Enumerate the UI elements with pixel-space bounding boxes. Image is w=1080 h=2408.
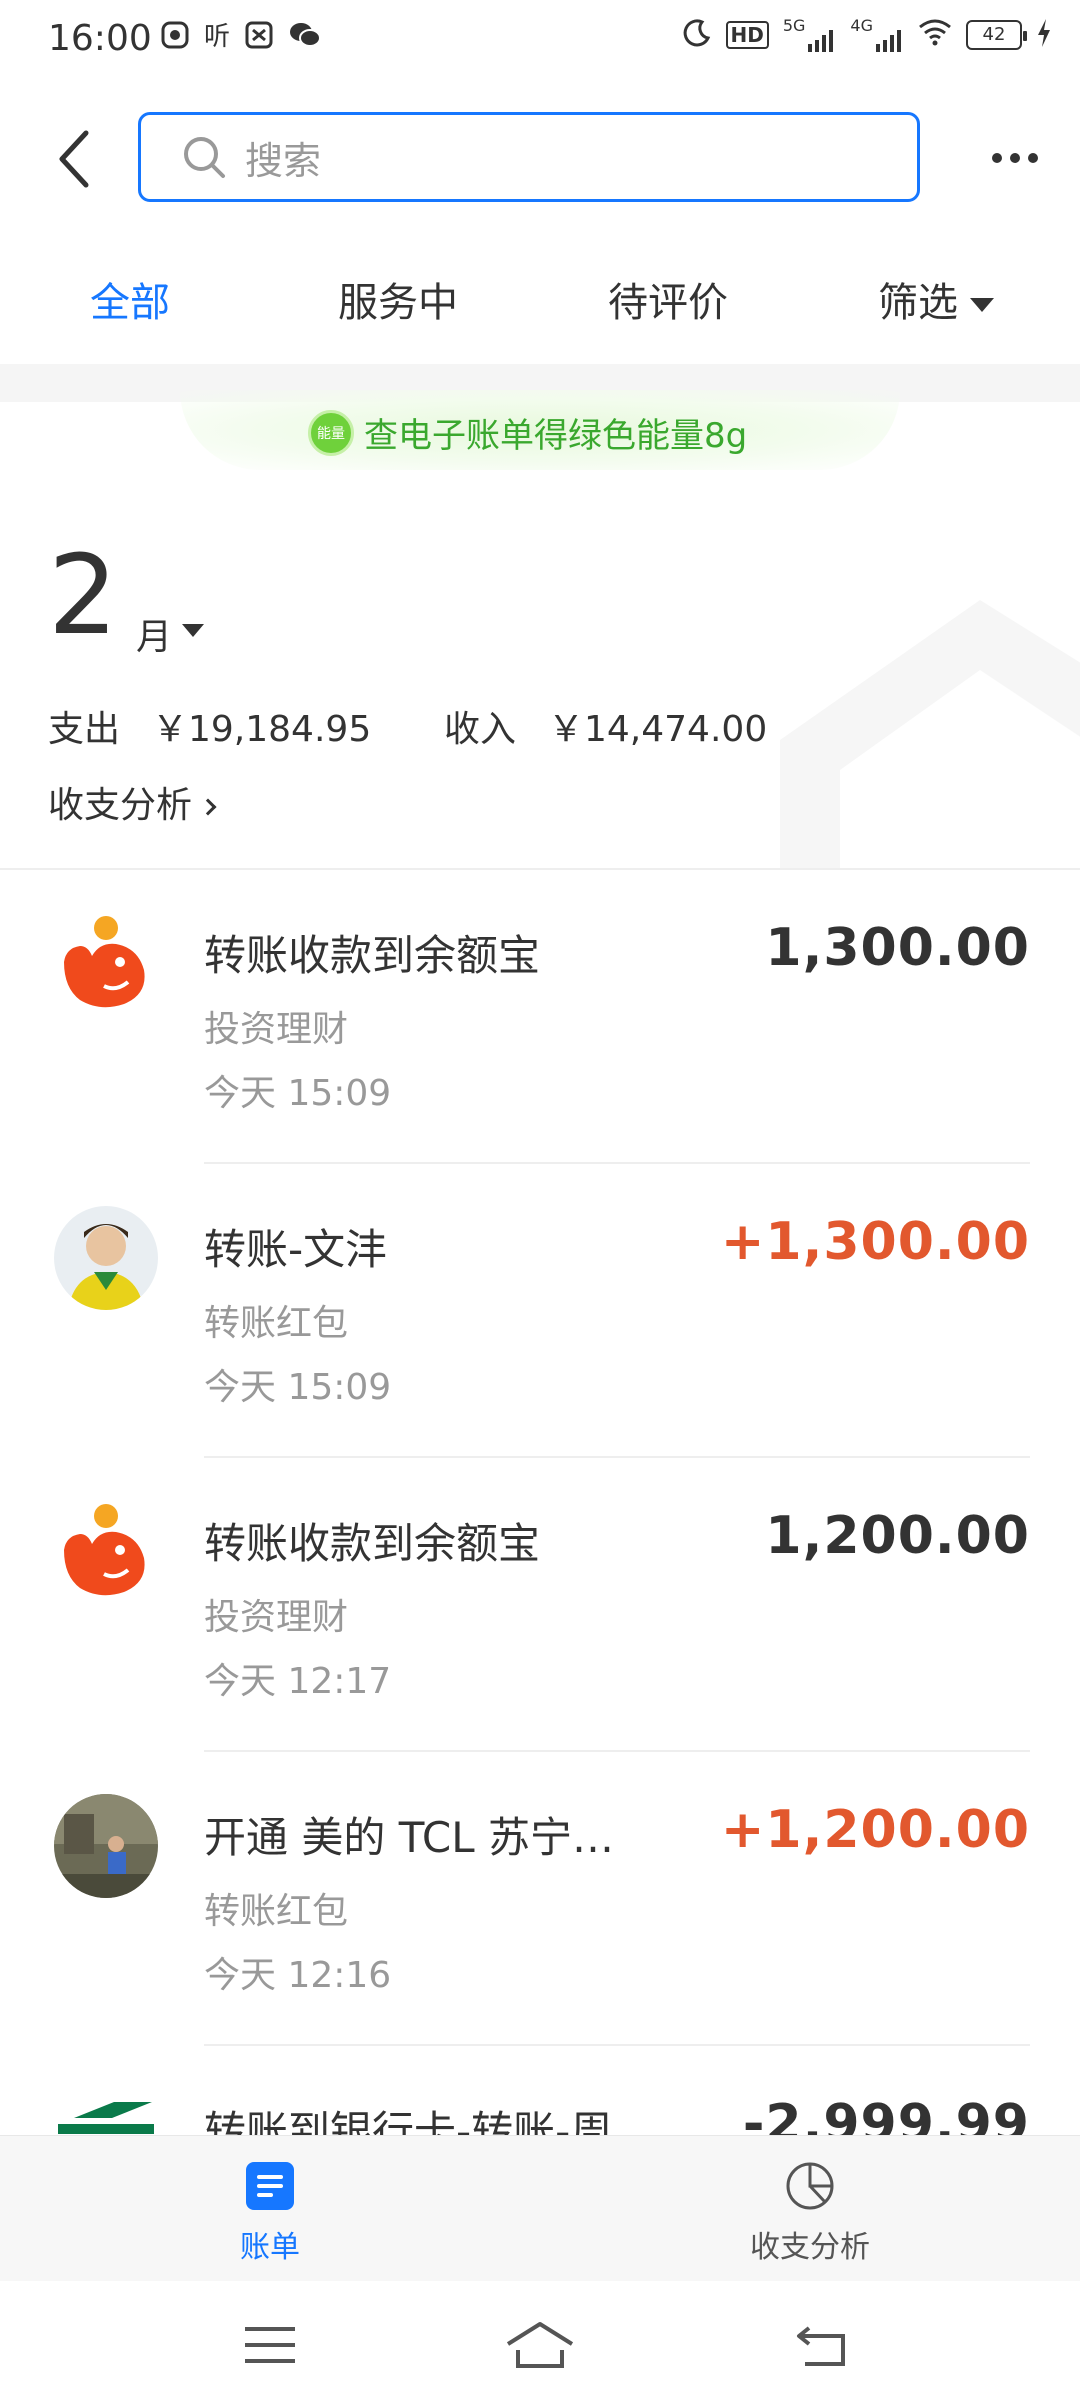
nav-analysis-label: 收支分析	[750, 2230, 870, 2265]
user-avatar	[54, 1206, 158, 1310]
yuebao-icon	[54, 912, 158, 1016]
battery-icon: 42	[966, 20, 1027, 50]
bill-icon	[244, 2160, 296, 2212]
home-button[interactable]	[500, 2313, 580, 2377]
background-decoration-icon	[780, 600, 1080, 870]
month-unit[interactable]: 月	[136, 608, 172, 660]
more-dot-icon	[1028, 153, 1038, 163]
signal-4g-icon: 4G	[850, 18, 904, 52]
wechat-icon	[288, 20, 322, 54]
transaction-amount: 1,300.00	[765, 918, 1030, 978]
transaction-list: 转账收款到余额宝 投资理财 今天 15:09 1,300.00 转账-文沣 转账…	[0, 870, 1080, 2135]
status-right-icons: HD 5G 4G 42	[682, 18, 1053, 52]
income-label: 收入	[444, 709, 517, 750]
yuebao-icon	[54, 1500, 158, 1604]
pie-chart-icon	[784, 2160, 836, 2212]
income-value: ￥14,474.00	[548, 709, 768, 750]
transaction-title: 转账收款到余额宝	[204, 1519, 541, 1568]
transaction-amount: -2,999.99	[742, 2094, 1030, 2135]
analysis-link-label: 收支分析	[48, 785, 193, 826]
analysis-link[interactable]: 收支分析	[48, 776, 217, 828]
wifi-icon	[918, 18, 952, 52]
expense-value: ￥19,184.95	[152, 709, 372, 750]
listen-icon: 听	[204, 22, 231, 52]
header: 搜索	[0, 84, 1080, 234]
transaction-title: 转账收款到余额宝	[204, 931, 541, 980]
transaction-row[interactable]: 转账收款到余额宝 投资理财 今天 12:17 1,200.00	[0, 1458, 1080, 1752]
energy-banner[interactable]: 能量 查电子账单得绿色能量8g	[0, 390, 1080, 480]
scan-icon	[244, 20, 274, 54]
transaction-category: 投资理财	[204, 1009, 349, 1050]
energy-icon: 能量	[308, 409, 354, 456]
nav-bills-label: 账单	[240, 2230, 300, 2265]
tab-all[interactable]: 全部	[90, 270, 170, 328]
return-icon	[797, 2326, 845, 2366]
signal-5g-icon: 5G	[783, 18, 837, 52]
banner-content: 能量 查电子账单得绿色能量8g	[308, 408, 747, 457]
filter-label: 筛选	[878, 280, 958, 326]
status-bar: 16:00 听 HD 5G 4G 42	[0, 0, 1080, 84]
transaction-amount: 1,200.00	[765, 1506, 1030, 1566]
expense-label: 支出	[48, 709, 121, 750]
transaction-row[interactable]: 开通 美的 TCL 苏宁… 转账红包 今天 12:16 +1,200.00	[0, 1752, 1080, 2046]
postal-bank-icon	[54, 2088, 158, 2135]
transaction-title: 转账-文沣	[204, 1225, 388, 1274]
transaction-time: 今天 12:17	[204, 1661, 392, 1702]
transaction-time: 今天 12:16	[204, 1955, 392, 1996]
search-input[interactable]: 搜索	[138, 112, 920, 202]
app-icon	[160, 20, 190, 54]
tab-bar: 全部 服务中 待评价 筛选	[0, 250, 1080, 360]
search-placeholder: 搜索	[245, 138, 322, 183]
tab-filter[interactable]: 筛选	[878, 270, 994, 328]
transaction-row[interactable]: 转账到银行卡-转账-周… -2,999.99	[0, 2046, 1080, 2135]
recent-apps-button[interactable]	[230, 2313, 310, 2377]
back-button[interactable]	[44, 124, 104, 194]
user-avatar	[54, 1794, 158, 1898]
transaction-amount: +1,200.00	[720, 1800, 1030, 1860]
bottom-nav: 账单 收支分析	[0, 2135, 1080, 2281]
system-nav-bar	[0, 2281, 1080, 2408]
transaction-time: 今天 15:09	[204, 1073, 392, 1114]
hd-icon: HD	[725, 21, 769, 49]
transaction-row[interactable]: 转账收款到余额宝 投资理财 今天 15:09 1,300.00	[0, 870, 1080, 1164]
transaction-row[interactable]: 转账-文沣 转账红包 今天 15:09 +1,300.00	[0, 1164, 1080, 1458]
month-number[interactable]: 2	[48, 540, 118, 650]
transaction-category: 转账红包	[204, 1891, 349, 1932]
system-back-button[interactable]	[782, 2313, 862, 2377]
chevron-right-icon	[199, 798, 217, 816]
tab-in-service[interactable]: 服务中	[338, 270, 458, 328]
transaction-amount: +1,300.00	[720, 1212, 1030, 1272]
transaction-title: 开通 美的 TCL 苏宁…	[204, 1813, 614, 1862]
status-time: 16:00	[48, 18, 152, 59]
moon-icon	[682, 18, 712, 52]
more-dot-icon	[992, 153, 1002, 163]
more-button[interactable]	[980, 128, 1050, 188]
status-left-icons: 听	[160, 20, 322, 54]
transaction-category: 投资理财	[204, 1597, 349, 1638]
transaction-title: 转账到银行卡-转账-周…	[204, 2107, 655, 2135]
charging-icon	[1036, 18, 1052, 52]
nav-analysis[interactable]: 收支分析	[710, 2160, 910, 2266]
home-icon	[506, 2322, 574, 2368]
nav-bills[interactable]: 账单	[170, 2160, 370, 2266]
month-summary: 2 月 支出 ￥19,184.95 收入 ￥14,474.00 收支分析	[0, 500, 1080, 870]
back-icon	[59, 130, 89, 188]
banner-text: 查电子账单得绿色能量8g	[364, 416, 748, 456]
transaction-category: 转账红包	[204, 1303, 349, 1344]
more-dot-icon	[1010, 153, 1020, 163]
month-dropdown-icon[interactable]	[182, 624, 204, 637]
tab-to-review[interactable]: 待评价	[608, 270, 728, 328]
search-icon	[184, 137, 225, 178]
transaction-time: 今天 15:09	[204, 1367, 392, 1408]
filter-dropdown-icon	[970, 298, 994, 312]
menu-icon	[245, 2327, 295, 2363]
